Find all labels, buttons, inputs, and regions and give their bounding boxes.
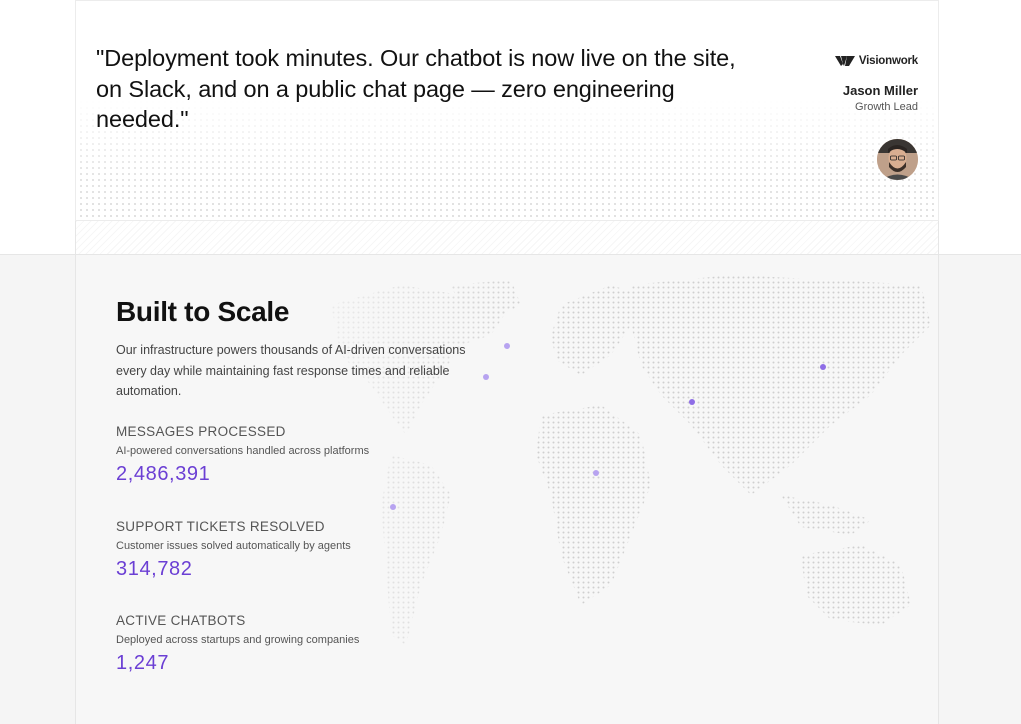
section-title: Built to Scale	[116, 296, 290, 327]
location-pin-icon	[593, 470, 599, 476]
avatar-portrait-icon	[877, 139, 918, 180]
stat-label: SUPPORT TICKETS RESOLVED	[116, 519, 325, 534]
stat-label: ACTIVE CHATBOTS	[116, 613, 246, 628]
stat-sublabel: Deployed across startups and growing com…	[116, 634, 360, 646]
company-logo: Visionwork	[834, 51, 918, 71]
stats-section: Built to Scale Our infrastructure powers…	[0, 255, 1021, 724]
stat-sublabel: AI-powered conversations handled across …	[116, 445, 370, 457]
location-pin-icon	[820, 364, 826, 370]
testimonial-author: Visionwork Jason Miller Growth Lead	[834, 51, 918, 113]
location-pin-icon	[483, 374, 489, 380]
stat-value: 2,486,391	[116, 463, 211, 485]
author-avatar	[877, 139, 918, 180]
location-pin-icon	[504, 343, 510, 349]
author-role: Growth Lead	[855, 101, 918, 113]
stat-item: ACTIVE CHATBOTS Deployed across startups…	[116, 613, 496, 675]
stat-item: MESSAGES PROCESSED AI-powered conversati…	[116, 424, 496, 486]
location-pin-icon	[390, 504, 396, 510]
author-name: Jason Miller	[842, 83, 918, 98]
company-name: Visionwork	[858, 55, 918, 67]
testimonial-card: "Deployment took minutes. Our chatbot is…	[75, 0, 939, 221]
stat-sublabel: Customer issues solved automatically by …	[116, 540, 351, 552]
testimonial-quote: "Deployment took minutes. Our chatbot is…	[96, 45, 736, 132]
stat-item: SUPPORT TICKETS RESOLVED Customer issues…	[116, 519, 496, 581]
visionwork-logo-icon	[834, 56, 855, 66]
hatched-divider	[75, 221, 939, 255]
section-description: Our infrastructure powers thousands of A…	[116, 343, 466, 398]
location-pin-icon	[689, 399, 695, 405]
stat-value: 1,247	[116, 652, 170, 674]
stats-panel: Built to Scale Our infrastructure powers…	[75, 255, 939, 724]
stat-value: 314,782	[116, 558, 193, 580]
stat-label: MESSAGES PROCESSED	[116, 424, 286, 439]
